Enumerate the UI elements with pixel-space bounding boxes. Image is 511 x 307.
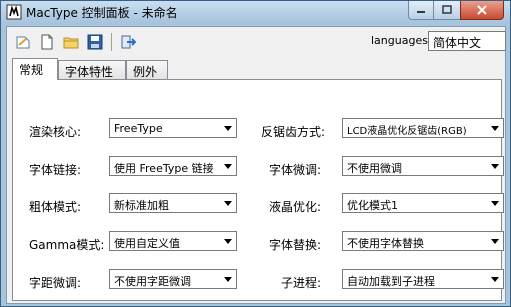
child-process-value: 自动加载到子进程: [347, 275, 435, 288]
child-process-label: 子进程:: [281, 276, 322, 290]
antialias-value: LCD液晶优化反锯齿(RGB): [347, 126, 467, 137]
open-file-icon: [16, 36, 30, 49]
minimize-icon: [417, 11, 425, 13]
font-substitute-value: 不使用字体替换: [347, 237, 424, 250]
minimize-button[interactable]: [408, 1, 434, 20]
language-select[interactable]: 简体中文: [428, 31, 506, 51]
hinting-select[interactable]: 不使用微调: [342, 156, 504, 176]
chevron-down-icon: [224, 239, 232, 244]
font-substitute-select[interactable]: 不使用字体替换: [342, 231, 504, 251]
open-file-button[interactable]: [13, 32, 33, 52]
bold-mode-select[interactable]: 新标准加粗: [109, 193, 237, 213]
render-core-value: FreeType: [114, 122, 163, 135]
tab-font-features[interactable]: 字体特性: [58, 60, 126, 79]
bold-mode-label: 粗体模式:: [29, 200, 82, 214]
render-core-select[interactable]: FreeType: [109, 118, 237, 138]
chevron-down-icon: [224, 277, 232, 282]
chevron-down-icon: [491, 201, 499, 206]
child-process-select[interactable]: 自动加载到子进程: [342, 269, 504, 289]
lcd-optimize-label: 液晶优化:: [269, 200, 322, 214]
maximize-button[interactable]: [434, 1, 460, 20]
hinting-label: 字体微调:: [269, 163, 322, 177]
font-link-value: 使用 FreeType 链接: [114, 162, 214, 175]
exit-button[interactable]: [118, 32, 138, 52]
save-icon: [87, 34, 103, 50]
render-core-label: 渲染核心:: [29, 125, 82, 139]
client-area: languages: 简体中文 常规 字体特性 例外 渲染核心: FreeTyp…: [6, 26, 506, 304]
chevron-down-icon: [491, 239, 499, 244]
font-link-label: 字体链接:: [29, 163, 82, 177]
chevron-down-icon: [224, 126, 232, 131]
gamma-mode-label: Gamma模式:: [29, 238, 105, 252]
chevron-down-icon: [491, 126, 499, 131]
close-button[interactable]: [460, 1, 504, 20]
app-icon: [6, 4, 22, 20]
kerning-label: 字距微调:: [29, 276, 82, 290]
save-button[interactable]: [85, 32, 105, 52]
languages-label: languages:: [371, 34, 432, 47]
lcd-optimize-value: 优化模式1: [347, 199, 398, 212]
gamma-mode-value: 使用自定义值: [114, 237, 180, 250]
folder-button[interactable]: [61, 32, 81, 52]
close-icon: [477, 5, 487, 15]
chevron-down-icon: [224, 201, 232, 206]
kerning-select[interactable]: 不使用字距微调: [109, 269, 237, 289]
toolbar-separator: [111, 33, 112, 51]
font-link-select[interactable]: 使用 FreeType 链接: [109, 156, 237, 176]
folder-icon: [63, 37, 79, 49]
window-title: MacType 控制面板 - 未命名: [26, 6, 178, 20]
tab-general[interactable]: 常规: [12, 58, 58, 80]
title-bar[interactable]: MacType 控制面板 - 未命名: [1, 1, 510, 23]
general-tab-panel: 渲染核心: FreeType 字体链接: 使用 FreeType 链接 粗体模式…: [12, 79, 504, 301]
exit-icon: [121, 35, 136, 49]
new-file-icon: [41, 34, 53, 50]
antialias-select[interactable]: LCD液晶优化反锯齿(RGB): [342, 118, 504, 138]
toolbar: [13, 31, 142, 53]
kerning-value: 不使用字距微调: [114, 275, 191, 288]
tab-exceptions[interactable]: 例外: [126, 60, 168, 79]
lcd-optimize-select[interactable]: 优化模式1: [342, 193, 504, 213]
hinting-value: 不使用微调: [347, 162, 402, 175]
bold-mode-value: 新标准加粗: [114, 199, 169, 212]
window: MacType 控制面板 - 未命名 languages: 简体中文 常规 字体…: [0, 0, 511, 307]
gamma-mode-select[interactable]: 使用自定义值: [109, 231, 237, 251]
new-file-button[interactable]: [37, 32, 57, 52]
font-substitute-label: 字体替换:: [269, 238, 322, 252]
chevron-down-icon: [491, 164, 499, 169]
maximize-icon: [442, 5, 452, 14]
antialias-label: 反锯齿方式:: [261, 125, 326, 139]
chevron-down-icon: [491, 277, 499, 282]
chevron-down-icon: [224, 164, 232, 169]
